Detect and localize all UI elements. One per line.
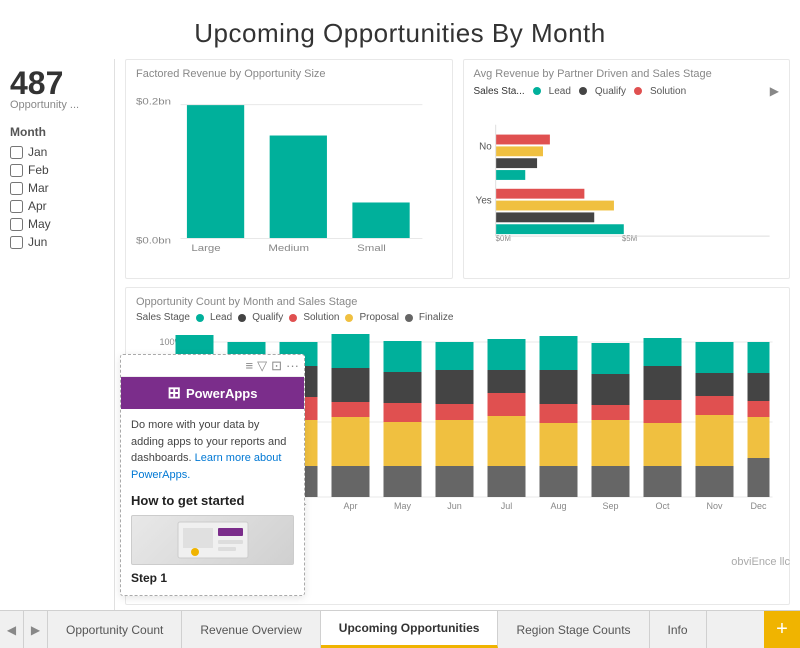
powerapps-body: Do more with your data by adding apps to… [121, 409, 304, 595]
legend-expand-icon[interactable]: ▶ [770, 84, 779, 98]
step-title: How to get started [131, 491, 294, 511]
legend-solution-label: Solution [650, 86, 686, 97]
filter-scroll: Jan Feb Mar Apr May Jun [10, 145, 104, 253]
svg-text:Apr: Apr [343, 501, 357, 511]
chart2-title: Avg Revenue by Partner Driven and Sales … [474, 68, 780, 80]
kpi-number: 487 [10, 67, 104, 99]
legend-qualify-label: Qualify [595, 86, 626, 97]
svg-text:$0.2bn: $0.2bn [136, 97, 171, 107]
svg-text:Jul: Jul [501, 501, 513, 511]
tab-info[interactable]: Info [650, 611, 707, 648]
powerapps-header-label: PowerApps [186, 386, 258, 401]
tab-revenue-overview[interactable]: Revenue Overview [182, 611, 320, 648]
legend-lead-label: Lead [549, 86, 571, 97]
svg-text:$5M: $5M [621, 234, 636, 243]
step-label: Step 1 [131, 569, 294, 587]
svg-text:Large: Large [191, 244, 220, 254]
svg-text:Sep: Sep [602, 501, 618, 511]
svg-text:Small: Small [357, 244, 386, 254]
tab-region-stage-counts[interactable]: Region Stage Counts [498, 611, 649, 648]
filter-jun[interactable]: Jun [10, 235, 104, 249]
legend3-finalize-label: Finalize [419, 312, 453, 323]
main-container: Upcoming Opportunities By Month 487 Oppo… [0, 0, 800, 648]
legend-solution-dot [634, 87, 642, 95]
chart3-title: Opportunity Count by Month and Sales Sta… [136, 296, 779, 308]
toolbar-filter-icon[interactable]: ▽ [257, 358, 267, 374]
svg-text:$0.0bn: $0.0bn [136, 237, 171, 247]
tab-opportunity-count[interactable]: Opportunity Count [48, 611, 182, 648]
sidebar: 487 Opportunity ... Month Jan Feb Mar Ap… [0, 59, 115, 610]
legend3-label: Sales Stage [136, 312, 190, 323]
svg-text:Yes: Yes [475, 196, 491, 207]
filter-may[interactable]: May [10, 217, 104, 231]
avg-revenue-chart: Avg Revenue by Partner Driven and Sales … [463, 59, 791, 279]
svg-text:Medium: Medium [268, 244, 309, 254]
legend-lead-dot [533, 87, 541, 95]
svg-text:Jun: Jun [447, 501, 462, 511]
powerapps-header: ⊞ PowerApps [121, 377, 304, 409]
step-image-svg [173, 520, 253, 560]
powerapps-popup: ≡ ▽ ⊡ ··· ⊞ PowerApps Do more with your … [120, 354, 305, 596]
tab-next-btn[interactable]: ▶ [24, 611, 48, 648]
bottom-tabs: ◀ ▶ Opportunity Count Revenue Overview U… [0, 610, 800, 648]
legend3-finalize-dot [405, 314, 413, 322]
filter-label: Month [10, 125, 104, 139]
legend3-solution-label: Solution [303, 312, 339, 323]
filter-feb[interactable]: Feb [10, 163, 104, 177]
powerapps-step: How to get started Step 1 [131, 491, 294, 587]
content-area: 487 Opportunity ... Month Jan Feb Mar Ap… [0, 59, 800, 610]
svg-text:May: May [394, 501, 412, 511]
svg-text:$0M: $0M [495, 234, 510, 243]
legend3-proposal-label: Proposal [359, 312, 398, 323]
factored-revenue-chart: Factored Revenue by Opportunity Size $0.… [125, 59, 453, 279]
tab-add-btn[interactable]: + [764, 611, 800, 648]
powerapps-app-icon: ⊞ [168, 383, 181, 403]
page-title: Upcoming Opportunities By Month [0, 0, 800, 59]
chart1-title: Factored Revenue by Opportunity Size [136, 68, 442, 80]
watermark: obviEnce llc [731, 556, 790, 568]
svg-text:Dec: Dec [750, 501, 767, 511]
legend3-qualify-dot [238, 314, 246, 322]
filter-mar[interactable]: Mar [10, 181, 104, 195]
toolbar-lines-icon[interactable]: ≡ [246, 358, 254, 374]
charts-area: Factored Revenue by Opportunity Size $0.… [115, 59, 800, 610]
toolbar-expand-icon[interactable]: ⊡ [271, 358, 282, 374]
bar-chart-svg: $0.2bn $0.0bn Large Medium Small [136, 84, 442, 254]
tab-prev-btn[interactable]: ◀ [0, 611, 24, 648]
legend-qualify-dot [579, 87, 587, 95]
svg-text:No: No [479, 141, 492, 152]
step-image [131, 515, 294, 565]
kpi-label: Opportunity ... [10, 99, 104, 111]
legend3-qualify-label: Qualify [252, 312, 283, 323]
legend3-proposal-dot [345, 314, 353, 322]
legend-sales-stage: Sales Sta... [474, 86, 525, 97]
toolbar-more-icon[interactable]: ··· [286, 358, 299, 374]
legend3-solution-dot [289, 314, 297, 322]
tab-upcoming-opportunities[interactable]: Upcoming Opportunities [321, 611, 499, 648]
legend3-lead-label: Lead [210, 312, 232, 323]
popup-toolbar: ≡ ▽ ⊡ ··· [121, 355, 304, 377]
filter-jan[interactable]: Jan [10, 145, 104, 159]
svg-text:Nov: Nov [706, 501, 723, 511]
legend3-lead-dot [196, 314, 204, 322]
charts-top-row: Factored Revenue by Opportunity Size $0.… [125, 59, 790, 279]
hbar-svg: No Yes $0M $5M [474, 104, 780, 244]
svg-text:Oct: Oct [655, 501, 670, 511]
svg-text:Aug: Aug [550, 501, 566, 511]
filter-apr[interactable]: Apr [10, 199, 104, 213]
